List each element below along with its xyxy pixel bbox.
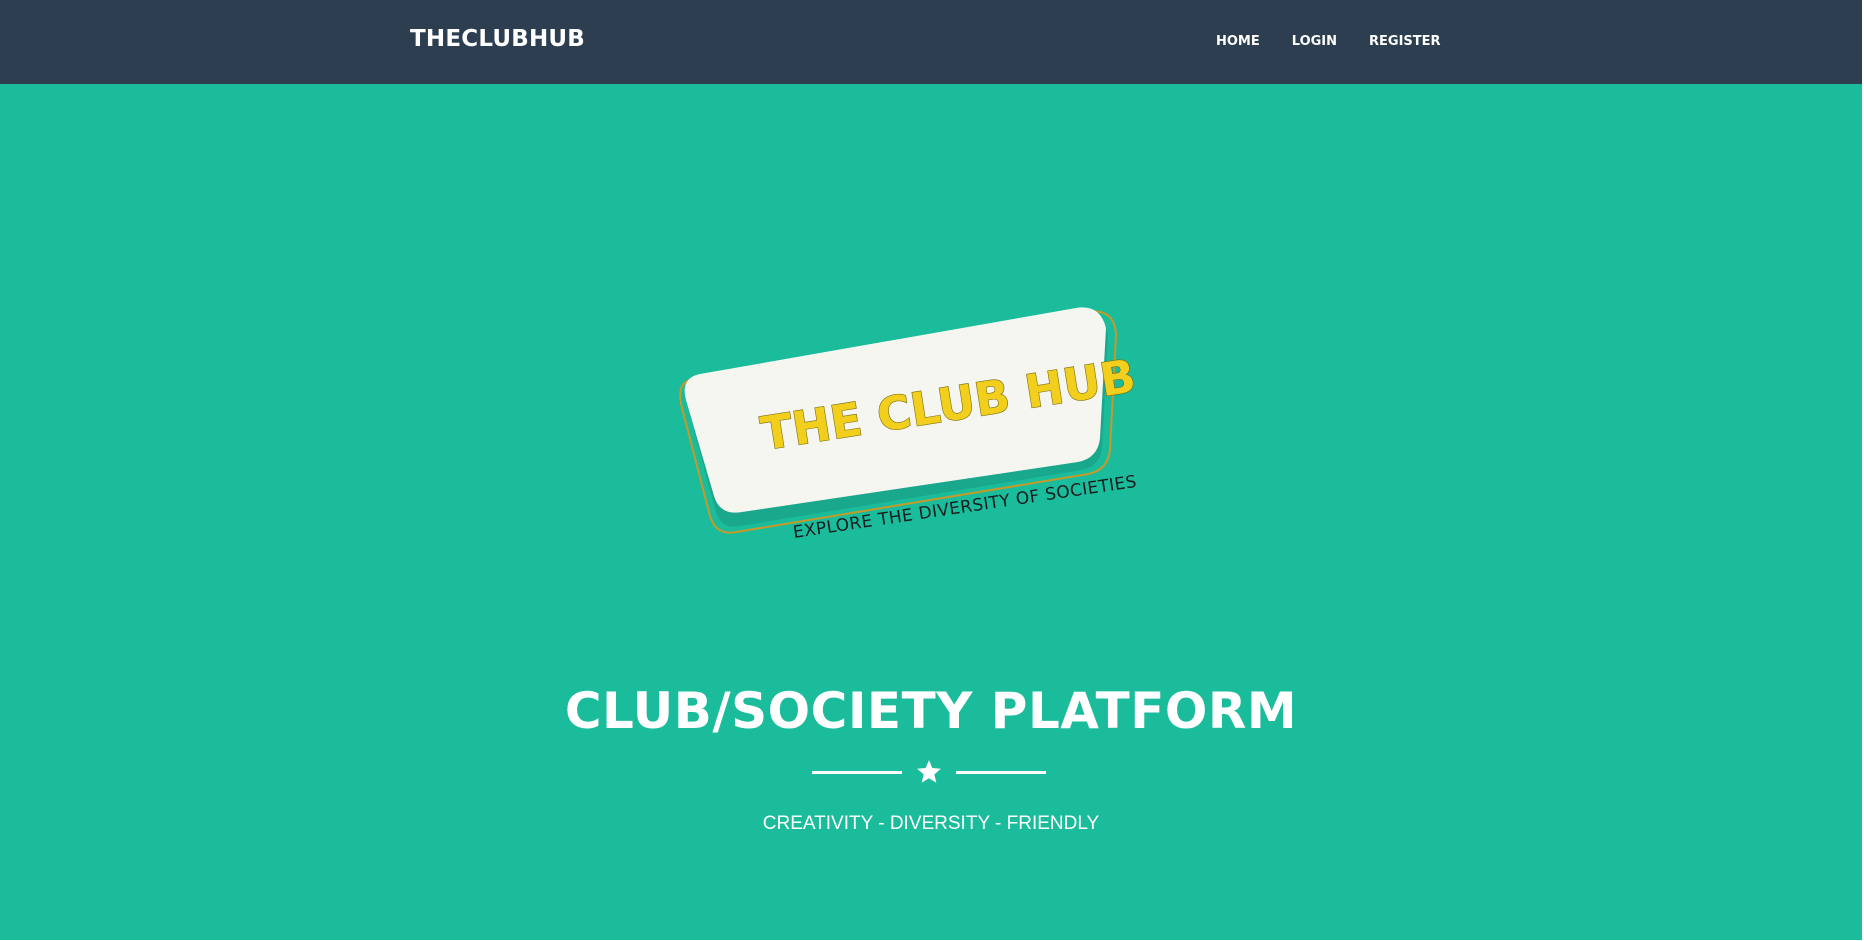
club-hub-logo: THE CLUB HUB EXPLORE THE DIVERSITY OF SO…: [670, 290, 1190, 580]
nav-login-link[interactable]: LOGIN: [1292, 34, 1337, 49]
brand-link[interactable]: THECLUBHUB: [410, 26, 585, 52]
divider-line-right: [956, 771, 1046, 774]
page: THECLUBHUB HOME LOGIN REGISTER THE CLUB …: [0, 0, 1862, 940]
hero-title: CLUB/SOCIETY PLATFORM: [564, 682, 1298, 740]
star-icon: [917, 760, 941, 783]
divider-line-left: [812, 771, 902, 774]
top-navbar: THECLUBHUB HOME LOGIN REGISTER: [0, 0, 1862, 84]
nav-home-link[interactable]: HOME: [1216, 34, 1260, 49]
hero-subtitle: CREATIVITY - DIVERSITY - FRIENDLY: [762, 813, 1100, 834]
title-divider: [812, 758, 1046, 788]
nav-register-link[interactable]: REGISTER: [1369, 34, 1441, 49]
nav-links: HOME LOGIN REGISTER: [1216, 34, 1441, 49]
logo-graphic: THE CLUB HUB EXPLORE THE DIVERSITY OF SO…: [679, 307, 1140, 543]
